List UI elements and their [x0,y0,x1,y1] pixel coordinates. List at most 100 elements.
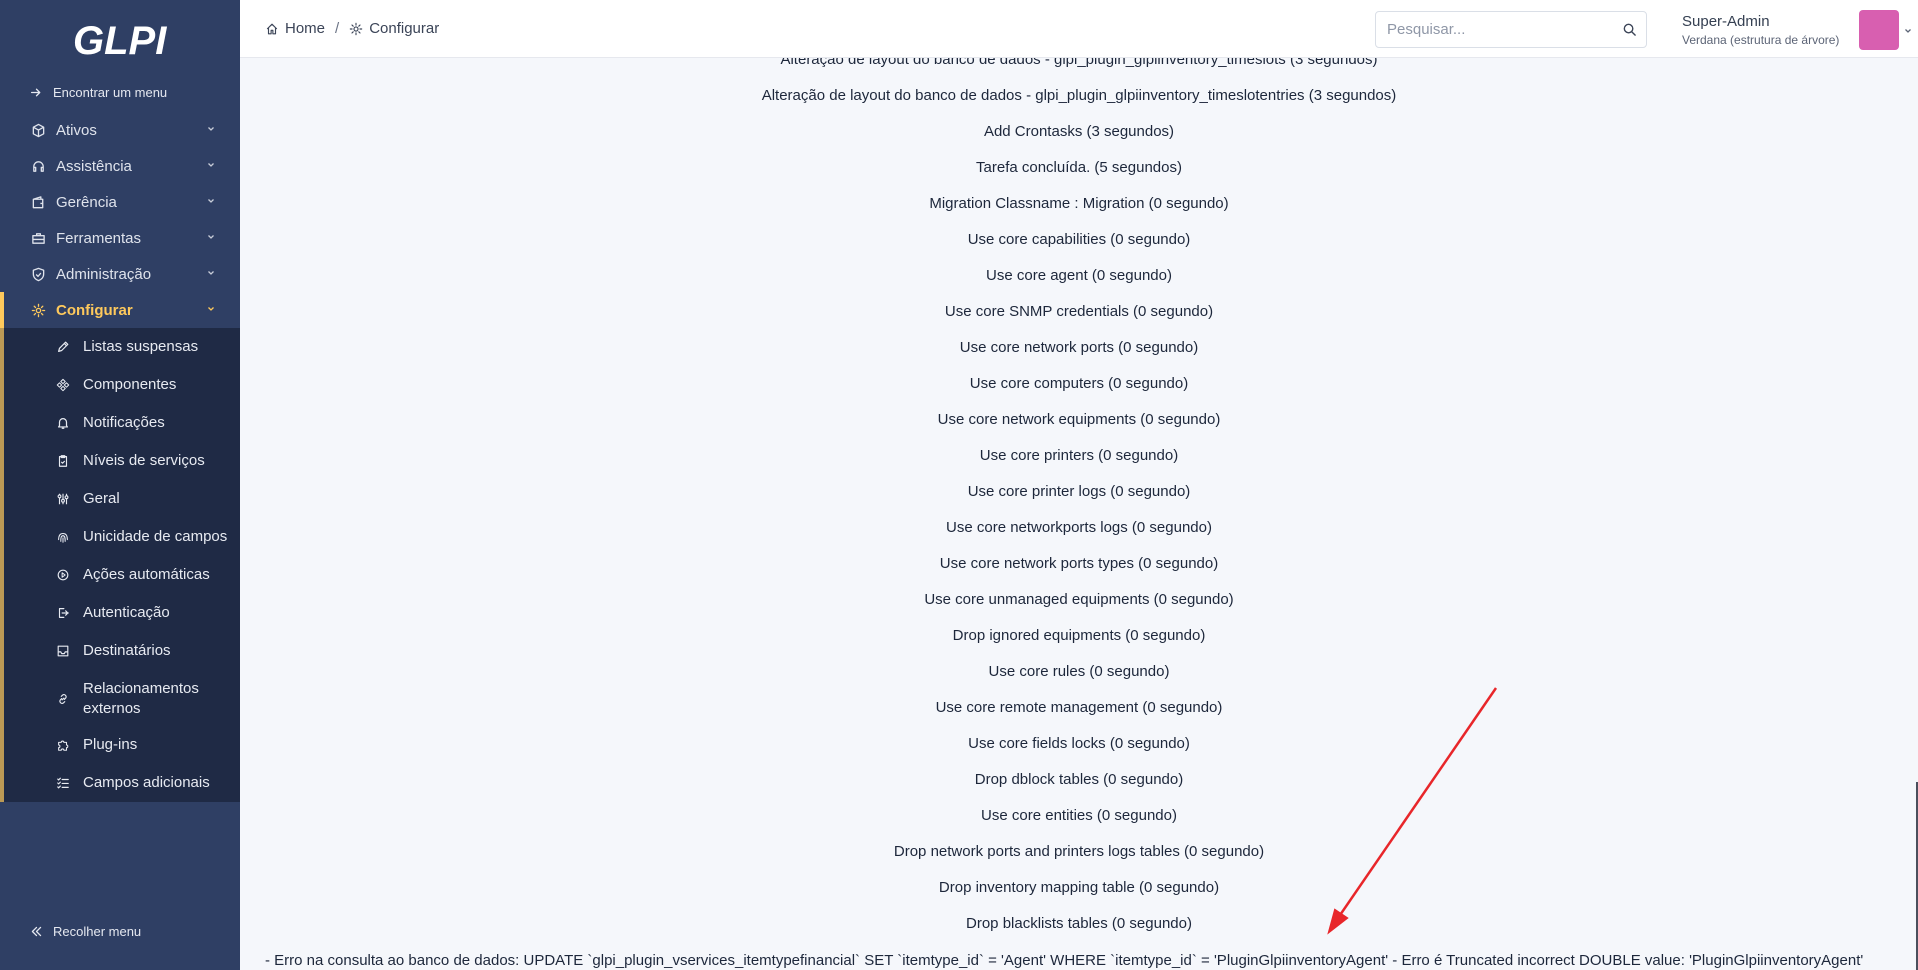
chevron-down-icon [208,307,214,311]
nav-item-label: Administração [56,265,152,283]
nav-item-ferramentas[interactable]: Ferramentas [0,220,240,256]
breadcrumb-home[interactable]: Home [265,20,325,37]
submenu-item-autenticacao[interactable]: Autenticação [0,594,240,632]
gear-icon [349,22,363,35]
search-button[interactable] [1612,12,1646,47]
submenu-item-plug-ins[interactable]: Plug-ins [0,726,240,764]
submenu-item-label: Geral [83,490,120,507]
list-check-icon [55,773,71,793]
user-entity: Verdana (estrutura de árvore) [1682,33,1840,47]
log-line: Use core agent (0 segundo) [986,267,1172,284]
login-icon [55,603,71,623]
components-icon [55,375,71,395]
nav-item-configurar[interactable]: Configurar [0,292,240,328]
submenu-item-destinatarios[interactable]: Destinatários [0,632,240,670]
nav-item-label: Gerência [56,193,117,211]
nav-item-administracao[interactable]: Administração [0,256,240,292]
search-input[interactable] [1376,12,1612,47]
clipboard-check-icon [55,451,71,471]
log-line: Drop ignored equipments (0 segundo) [952,627,1206,644]
search-icon [1623,23,1636,36]
find-menu-link[interactable]: Encontrar um menu [0,80,240,104]
settings-automation-icon [55,565,71,585]
log-line: Migration Classname : Migration (0 segun… [929,195,1229,212]
nav-item-assistencia[interactable]: Assistência [0,148,240,184]
log-line: Use core remote management (0 segundo) [935,699,1223,716]
log-line: Use core entities (0 segundo) [981,807,1177,824]
submenu-item-relacionamentos-externos[interactable]: Relacionamentos externos [0,670,240,726]
main-content: Alteração de layout do banco de dados - … [240,58,1918,970]
breadcrumb-configurar[interactable]: Configurar [349,20,439,37]
breadcrumb-separator: / [335,20,340,37]
fingerprint-icon [55,527,71,547]
submenu-item-unicidade-de-campos[interactable]: Unicidade de campos [0,518,240,556]
global-search [1375,11,1647,48]
log-line: Add Crontasks (3 segundos) [983,123,1175,140]
shield-check-icon [30,266,46,282]
submenu-item-label: Plug-ins [83,736,138,753]
glpi-logo-mark: GLPI [73,19,167,63]
edit-icon [55,337,71,357]
submenu-item-label: Níveis de serviços [83,452,205,469]
log-line: Use core SNMP credentials (0 segundo) [944,303,1214,320]
breadcrumb-home-label: Home [285,20,326,37]
arrow-right-icon [30,88,41,96]
log-line: Use core networkports logs (0 segundo) [946,519,1212,536]
submenu-item-listas-suspensas[interactable]: Listas suspensas [0,328,240,366]
log-line: Alteração de layout do banco de dados - … [780,58,1378,68]
submenu-item-label: Destinatários [83,642,171,659]
log-line: Use core unmanaged equipments (0 segundo… [924,591,1234,608]
sidebar: GLPI Encontrar um menu Ativos Assistênci… [0,0,240,970]
chevron-down-icon [208,127,214,131]
breadcrumb-configurar-label: Configurar [369,20,440,37]
chevron-down-icon [208,271,214,275]
top-header: Home / Configurar Super-Admin Verdana (e… [240,0,1918,58]
log-line: Drop network ports and printers logs tab… [893,843,1265,860]
submenu-item-geral[interactable]: Geral [0,480,240,518]
inbox-icon [55,641,71,661]
chevron-down-icon [208,235,214,239]
gear-icon [30,302,46,318]
glpi-logo[interactable]: GLPI [0,0,240,80]
submenu-item-label: Listas suspensas [83,338,199,355]
submenu-item-componentes[interactable]: Componentes [0,366,240,404]
chevron-down-icon[interactable] [1903,26,1913,36]
submenu-item-notificacoes[interactable]: Notificações [0,404,240,442]
log-line: Use core network ports (0 segundo) [959,339,1199,356]
chevron-down-icon [208,199,214,203]
breadcrumb: Home / Configurar [265,20,439,37]
nav-item-label: Assistência [56,157,132,175]
log-line: Use core printer logs (0 segundo) [967,483,1191,500]
avatar[interactable] [1859,10,1899,50]
user-info[interactable]: Super-Admin Verdana (estrutura de árvore… [1682,13,1839,47]
headset-icon [30,158,46,174]
configurar-submenu: Listas suspensas Componentes Notificaçõe… [0,328,240,802]
submenu-item-label: Notificações [83,414,165,431]
collapse-menu-button[interactable]: Recolher menu [30,924,141,939]
log-line: Alteração de layout do banco de dados - … [761,87,1397,104]
nav-item-gerencia[interactable]: Gerência [0,184,240,220]
adjustments-icon [55,489,71,509]
nav-item-ativos[interactable]: Ativos [0,112,240,148]
submenu-item-niveis-de-servicos[interactable]: Níveis de serviços [0,442,240,480]
chevron-down-icon [208,163,214,167]
log-line: Drop blacklists tables (0 segundo) [966,915,1192,932]
user-name: Super-Admin [1682,13,1770,30]
log-line: Use core network equipments (0 segundo) [937,411,1221,428]
svg-text:GLPI: GLPI [73,19,167,63]
submenu-item-label: Unicidade de campos [83,528,228,545]
nav-item-label: Ativos [56,121,97,139]
submenu-item-acoes-automaticas[interactable]: Ações automáticas [0,556,240,594]
nav-item-label: Ferramentas [56,229,142,247]
log-line: Use core computers (0 segundo) [969,375,1189,392]
main-nav: Ativos Assistência Gerência Ferramentas [0,112,240,328]
wallet-icon [30,194,46,210]
log-line: Use core printers (0 segundo) [979,447,1179,464]
bell-icon [55,413,71,433]
log-line: Use core network ports types (0 segundo) [939,555,1219,572]
collapse-menu-label: Recolher menu [53,924,142,939]
submenu-item-label: Componentes [83,376,177,393]
nav-item-label: Configurar [56,301,133,319]
submenu-item-label: Campos adicionais [83,774,210,791]
submenu-item-campos-adicionais[interactable]: Campos adicionais [0,764,240,802]
